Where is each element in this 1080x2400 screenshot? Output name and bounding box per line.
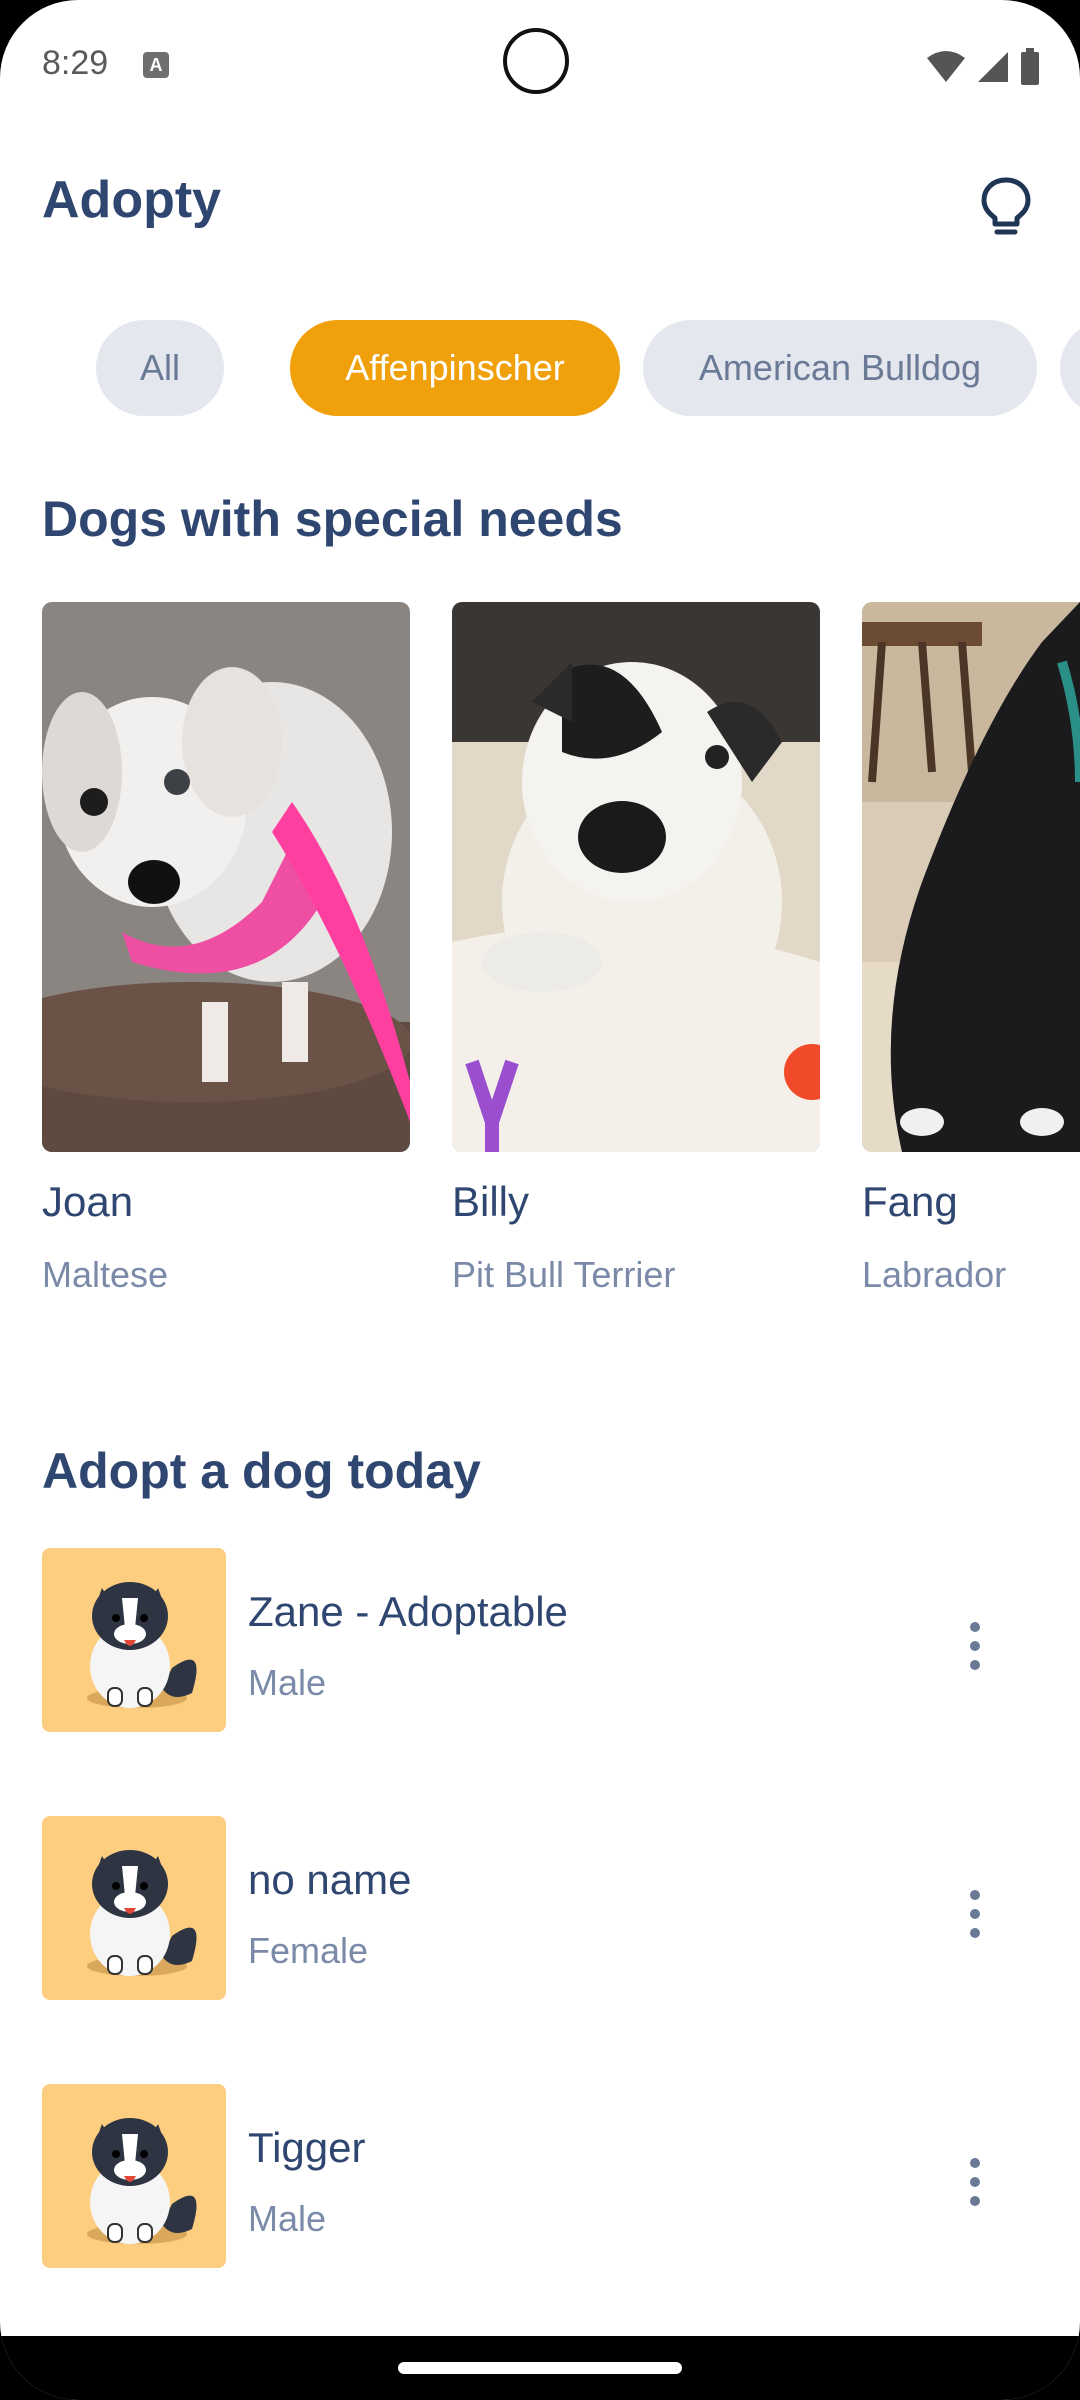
dog-photo-fang[interactable] bbox=[862, 602, 1080, 1152]
wifi-icon bbox=[927, 51, 965, 82]
dog-photo-joan[interactable] bbox=[42, 602, 410, 1152]
dog-breed-joan: Maltese bbox=[42, 1254, 169, 1295]
dog-thumbnail[interactable] bbox=[42, 1816, 226, 2000]
dog-breed-billy: Pit Bull Terrier bbox=[452, 1254, 676, 1295]
dog-gender: Male bbox=[248, 2198, 327, 2239]
dog-name-fang: Fang bbox=[862, 1178, 958, 1225]
keyboard-indicator-icon: A bbox=[143, 52, 169, 78]
chip-all[interactable]: All bbox=[96, 320, 224, 416]
dog-gender: Female bbox=[248, 1930, 369, 1971]
dog-photo-billy[interactable] bbox=[452, 602, 820, 1152]
dog-gender: Male bbox=[248, 1662, 327, 1703]
dog-breed-fang: Labrador bbox=[862, 1254, 1007, 1295]
battery-icon bbox=[1021, 48, 1039, 85]
more-options-icon[interactable] bbox=[960, 1890, 990, 1950]
breed-filter-chips: All Affenpinscher American Bulldog bbox=[0, 320, 1080, 418]
lightbulb-icon[interactable] bbox=[978, 176, 1034, 236]
dog-name-billy: Billy bbox=[452, 1178, 530, 1225]
camera-cutout bbox=[503, 28, 569, 94]
dog-name[interactable]: no name bbox=[248, 1856, 411, 1904]
dog-thumbnail[interactable] bbox=[42, 1548, 226, 1732]
dog-thumbnail[interactable] bbox=[42, 2084, 226, 2268]
dog-name-joan: Joan bbox=[42, 1178, 134, 1225]
signal-icon bbox=[978, 52, 1008, 82]
home-indicator[interactable] bbox=[398, 2362, 682, 2374]
navigation-bar bbox=[0, 2336, 1080, 2400]
app-title: Adopty bbox=[42, 171, 222, 229]
chip-american-bulldog[interactable]: American Bulldog bbox=[643, 320, 1037, 416]
chip-next[interactable] bbox=[1060, 320, 1080, 416]
dog-name[interactable]: Tigger bbox=[248, 2124, 366, 2172]
status-time: 8:29 bbox=[42, 44, 109, 82]
special-needs-title: Dogs with special needs bbox=[42, 491, 623, 547]
chip-affenpinscher[interactable]: Affenpinscher bbox=[290, 320, 620, 416]
dog-name[interactable]: Zane - Adoptable bbox=[248, 1588, 568, 1636]
adopt-today-title: Adopt a dog today bbox=[42, 1443, 481, 1499]
status-icons bbox=[926, 48, 1040, 86]
more-options-icon[interactable] bbox=[960, 1622, 990, 1682]
app-screen: 8:29 A Adopty All Affenpinscher American… bbox=[0, 0, 1080, 2400]
more-options-icon[interactable] bbox=[960, 2158, 990, 2218]
